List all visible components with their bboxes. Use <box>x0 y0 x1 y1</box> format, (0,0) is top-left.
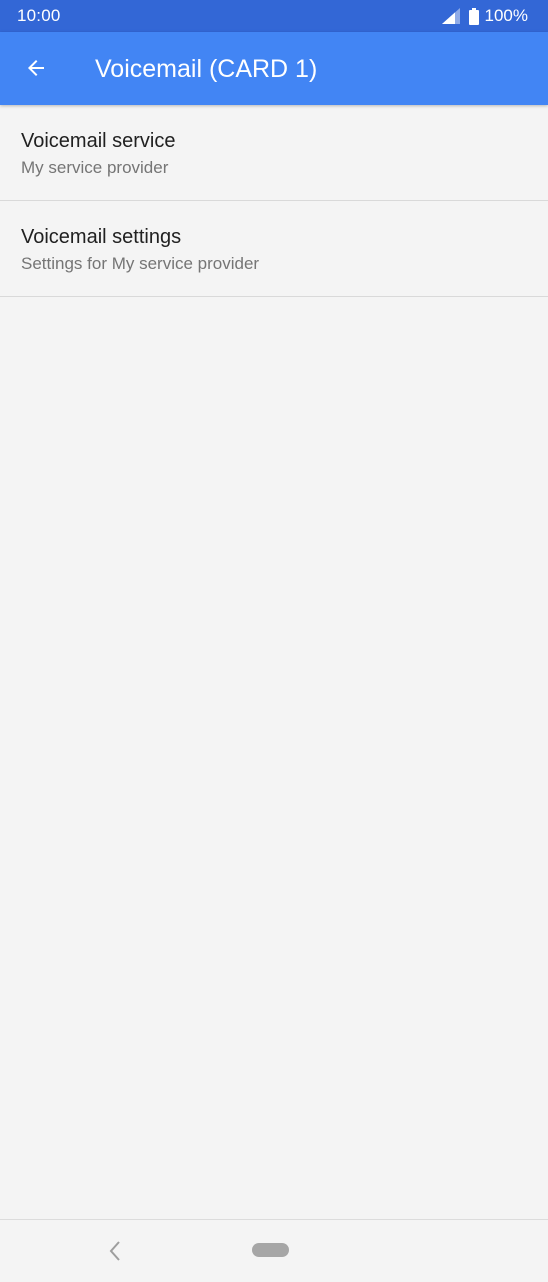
battery-percentage: 100% <box>484 6 528 25</box>
voicemail-service-item[interactable]: Voicemail service My service provider <box>0 105 548 201</box>
navigation-bar <box>0 1219 548 1282</box>
voicemail-settings-item[interactable]: Voicemail settings Settings for My servi… <box>0 201 548 297</box>
item-title: Voicemail settings <box>21 226 182 248</box>
settings-list: Voicemail service My service provider Vo… <box>0 105 548 297</box>
page-title: Voicemail (CARD 1) <box>95 55 318 83</box>
nav-back-button[interactable] <box>98 1234 132 1268</box>
signal-icon <box>441 8 460 24</box>
nav-home-button[interactable] <box>252 1243 289 1257</box>
nav-back-icon <box>109 1241 120 1261</box>
item-summary: Settings for My service provider <box>21 254 260 273</box>
battery-icon <box>468 7 479 25</box>
arrow-left-icon <box>28 60 44 76</box>
back-button[interactable] <box>14 46 58 90</box>
status-bar: 10:00 100% <box>0 0 548 32</box>
status-indicators: 100% <box>441 6 528 26</box>
app-bar: Voicemail (CARD 1) <box>0 32 548 105</box>
item-title: Voicemail service <box>21 130 176 152</box>
item-summary: My service provider <box>21 158 169 177</box>
status-time: 10:00 <box>17 6 61 25</box>
